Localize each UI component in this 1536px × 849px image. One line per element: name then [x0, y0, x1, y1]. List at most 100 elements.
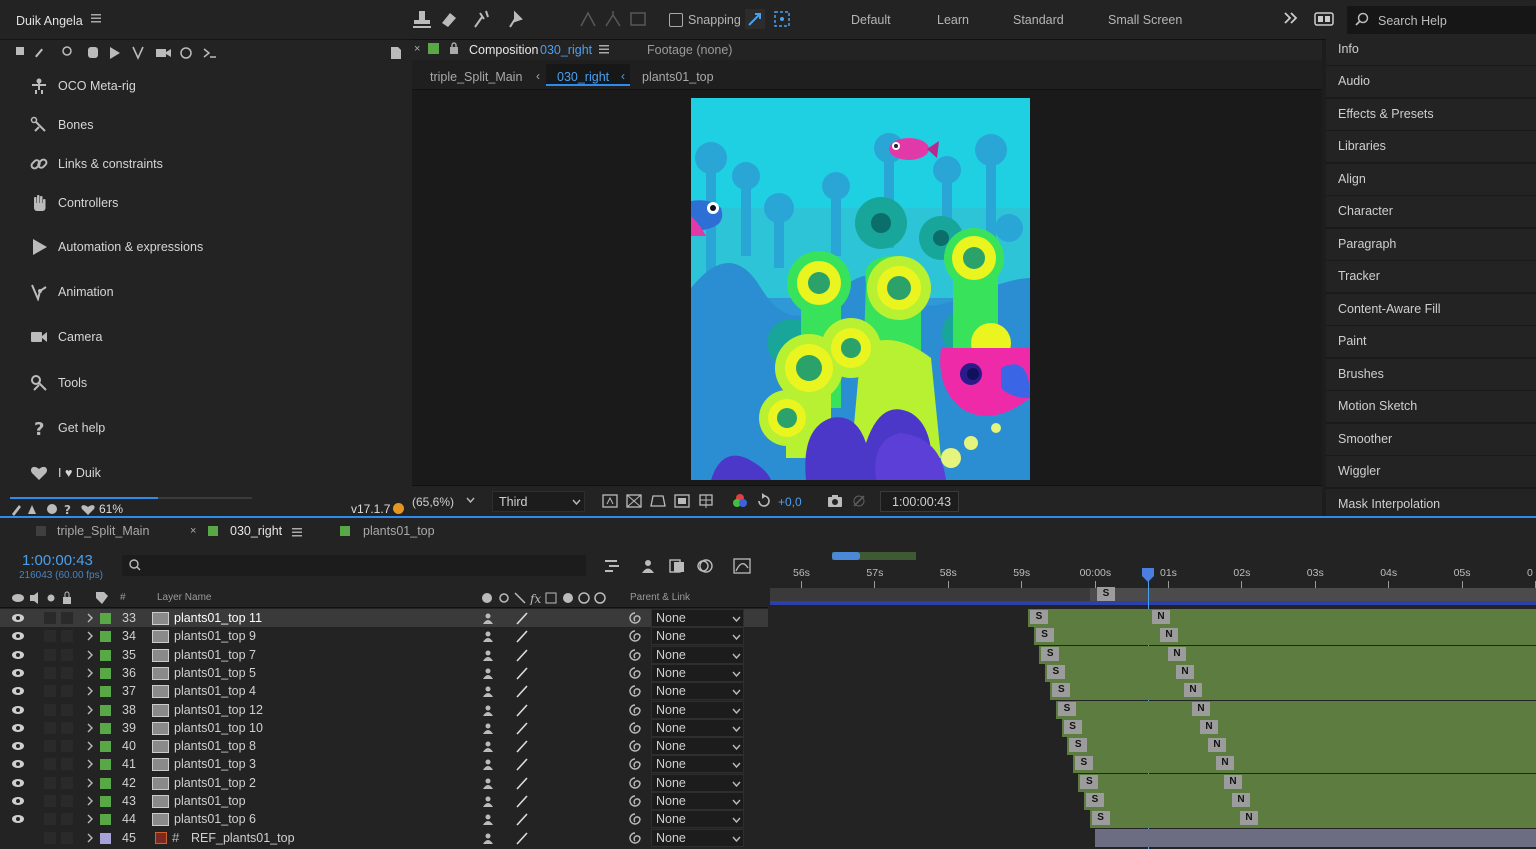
eye-icon[interactable] [11, 759, 25, 769]
layer-row[interactable]: 45 # REF_plants01_top None [0, 828, 768, 847]
zoom-select[interactable]: (65,6%) [412, 495, 454, 509]
shy-switch-icon[interactable] [481, 685, 495, 698]
quality-switch-icon[interactable] [515, 611, 529, 625]
layer-track[interactable]: SN [770, 609, 1536, 627]
layer-row[interactable]: 35 plants01_top 7 None [0, 645, 768, 664]
chevron-right-icon[interactable] [86, 813, 94, 825]
quality-switch-icon[interactable] [515, 648, 529, 662]
parent-select[interactable]: None [651, 718, 744, 737]
start-marker[interactable]: S [1080, 774, 1099, 789]
pick-whip-icon[interactable] [628, 757, 642, 771]
tab-plants01-top[interactable]: plants01_top [363, 524, 435, 538]
start-marker[interactable]: S [1058, 701, 1076, 716]
parent-select[interactable]: None [651, 792, 744, 810]
tab-triple-split-main[interactable]: triple_Split_Main [57, 524, 149, 538]
end-marker[interactable]: N [1168, 646, 1186, 661]
solo-toggle[interactable] [44, 776, 56, 789]
breadcrumb-item[interactable]: 030_right [557, 70, 609, 84]
label-color[interactable] [100, 704, 111, 716]
layer-name[interactable]: plants01_top 11 [174, 611, 262, 625]
solo-toggle[interactable] [44, 795, 56, 807]
shy-switch-icon[interactable] [481, 649, 495, 661]
layer-row[interactable]: 34 plants01_top 9 None [0, 627, 768, 646]
roto-brush-icon[interactable] [472, 9, 492, 29]
parent-select[interactable]: None [651, 700, 744, 719]
layer-name[interactable]: plants01_top 4 [174, 684, 256, 698]
chevron-right-icon[interactable] [86, 612, 94, 624]
layer-duration-bar[interactable] [1095, 828, 1536, 847]
label-color[interactable] [100, 667, 111, 679]
workspace-standard[interactable]: Standard [1013, 13, 1064, 27]
close-icon[interactable]: × [190, 525, 196, 537]
layer-name[interactable]: plants01_top 2 [174, 776, 256, 790]
end-marker[interactable]: N [1160, 628, 1178, 643]
shy-switch-icon[interactable] [481, 612, 495, 624]
layer-track[interactable] [770, 828, 1536, 847]
label-color[interactable] [100, 686, 111, 698]
quality-switch-icon[interactable] [515, 757, 529, 771]
reset-exposure-icon[interactable] [756, 493, 772, 509]
warning-icon[interactable] [393, 503, 404, 514]
label-color[interactable] [100, 631, 111, 643]
duik-item-animation[interactable]: Animation [28, 281, 114, 303]
tab-menu-icon[interactable] [599, 45, 609, 54]
shy-layers-icon[interactable] [639, 558, 657, 574]
layer-row[interactable]: 33 plants01_top 11 None [0, 609, 768, 627]
shy-switch-icon[interactable] [481, 704, 495, 716]
quality-switch-icon[interactable] [515, 812, 529, 826]
lock-toggle[interactable] [61, 685, 73, 698]
layer-duration-bar[interactable] [1084, 792, 1536, 810]
pick-whip-icon[interactable] [628, 648, 642, 662]
solo-toggle[interactable] [44, 831, 56, 844]
shy-switch-icon[interactable] [481, 777, 495, 789]
duik-item-links[interactable]: Links & constraints [28, 153, 163, 175]
pick-whip-icon[interactable] [628, 831, 642, 845]
label-color[interactable] [100, 759, 111, 771]
layer-track[interactable]: SN [770, 737, 1536, 756]
frame-blending-icon[interactable] [668, 558, 686, 574]
end-marker[interactable]: N [1192, 701, 1210, 716]
quality-switch-icon[interactable] [515, 703, 529, 717]
start-marker[interactable]: S [1046, 664, 1065, 679]
duik-item-automation[interactable]: Automation & expressions [28, 236, 203, 258]
layer-name-column[interactable]: Layer Name [157, 592, 211, 603]
layer-track[interactable]: SN [770, 700, 1536, 719]
label-color[interactable] [100, 722, 111, 734]
end-marker[interactable]: N [1200, 719, 1218, 734]
layer-row[interactable]: 40 plants01_top 8 None [0, 737, 768, 756]
chevron-right-icon[interactable] [86, 740, 94, 752]
end-marker[interactable]: N [1216, 756, 1234, 771]
lock-toggle[interactable] [61, 831, 73, 844]
parent-select[interactable]: None [651, 645, 744, 664]
quality-switch-icon[interactable] [515, 666, 529, 680]
layer-name[interactable]: plants01_top 6 [174, 812, 256, 826]
start-marker[interactable]: S [1035, 628, 1054, 643]
eye-icon[interactable] [11, 723, 25, 733]
shy-switch-icon[interactable] [481, 758, 495, 771]
duik-item-meta-rig[interactable]: OCO Meta-rig [28, 75, 136, 97]
shy-switch-icon[interactable] [481, 722, 495, 734]
quality-switch-icon[interactable] [515, 739, 529, 753]
close-icon[interactable]: × [414, 43, 420, 55]
layer-duration-bar[interactable] [1078, 773, 1536, 792]
label-color[interactable] [100, 649, 111, 661]
lock-icon[interactable] [449, 42, 459, 54]
show-snapshot-icon[interactable] [851, 493, 867, 509]
shy-switch-icon[interactable] [481, 813, 495, 826]
layer-duration-bar[interactable] [1089, 810, 1536, 829]
layer-duration-bar[interactable] [1033, 627, 1536, 646]
parent-link-column[interactable]: Parent & Link [630, 592, 690, 603]
solo-toggle[interactable] [44, 703, 56, 716]
eye-icon[interactable] [11, 650, 25, 660]
layer-duration-bar[interactable] [1039, 645, 1536, 664]
parent-select[interactable]: None [651, 663, 744, 682]
layer-name[interactable]: plants01_top 3 [174, 757, 256, 771]
shy-switch-icon[interactable] [481, 667, 495, 679]
start-marker[interactable]: S [1030, 610, 1048, 624]
lock-toggle[interactable] [61, 721, 73, 734]
layer-name[interactable]: plants01_top 7 [174, 648, 256, 662]
label-color[interactable] [100, 796, 111, 807]
pick-whip-icon[interactable] [628, 684, 642, 698]
add-tool-icon[interactable] [10, 44, 28, 62]
exposure-value[interactable]: +0,0 [778, 495, 802, 509]
